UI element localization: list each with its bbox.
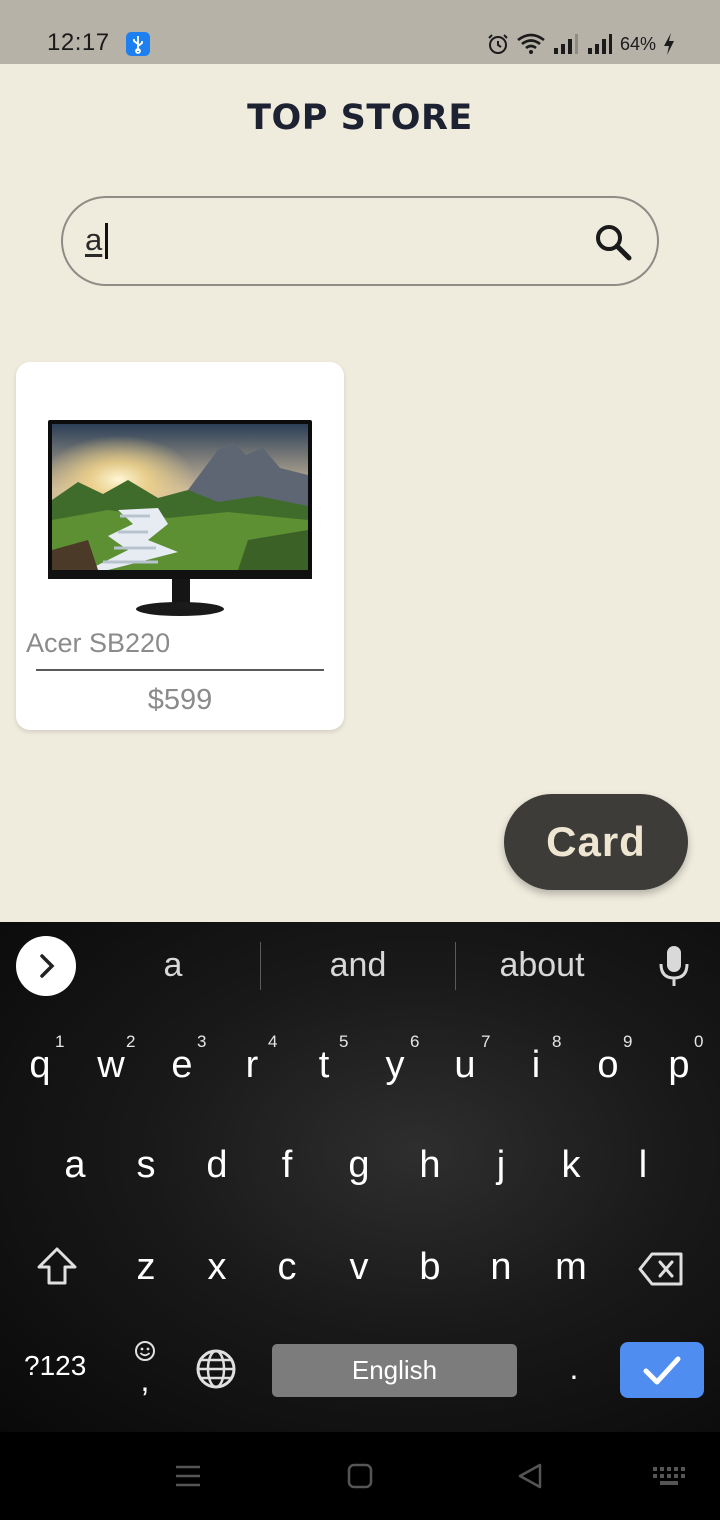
checkmark-icon bbox=[643, 1356, 681, 1385]
status-icons: 64% bbox=[486, 30, 676, 58]
page-title: TOP STORE bbox=[247, 98, 473, 138]
key-hint: 6 bbox=[410, 1032, 420, 1051]
shift-icon[interactable] bbox=[36, 1246, 78, 1286]
emoji-icon bbox=[135, 1341, 155, 1361]
key-s[interactable]: s bbox=[116, 1144, 176, 1187]
key-hint: 5 bbox=[339, 1032, 349, 1051]
product-card[interactable]: Acer SB220 $599 bbox=[16, 362, 344, 730]
card-button[interactable]: Card bbox=[504, 794, 688, 890]
key-l[interactable]: l bbox=[613, 1144, 673, 1187]
home-icon[interactable] bbox=[347, 1463, 373, 1489]
key-z[interactable]: z bbox=[116, 1246, 176, 1289]
key-k[interactable]: k bbox=[541, 1144, 601, 1187]
chevron-right-icon bbox=[40, 954, 55, 978]
suggestion-divider bbox=[260, 942, 261, 990]
charging-icon bbox=[664, 33, 674, 55]
usb-icon bbox=[126, 32, 150, 56]
key-j[interactable]: j bbox=[471, 1144, 531, 1187]
signal-icon bbox=[587, 34, 612, 54]
microphone-icon[interactable] bbox=[656, 944, 692, 988]
product-name: Acer SB220 bbox=[26, 628, 171, 658]
key-v[interactable]: v bbox=[329, 1246, 389, 1289]
status-time: 12:17 bbox=[47, 29, 110, 56]
key-hint: 9 bbox=[623, 1032, 633, 1051]
suggestion-bar: a and about bbox=[0, 922, 720, 1010]
status-bar: 12:17 64% bbox=[0, 0, 720, 64]
menu-icon[interactable] bbox=[174, 1464, 202, 1488]
key-a[interactable]: a bbox=[45, 1144, 105, 1187]
product-price: $599 bbox=[147, 684, 213, 716]
text-cursor bbox=[105, 223, 108, 259]
key-c[interactable]: c bbox=[257, 1246, 317, 1289]
comma-label: , bbox=[140, 1362, 150, 1398]
key-hint: 8 bbox=[552, 1032, 562, 1051]
search-input[interactable]: a bbox=[61, 196, 659, 286]
key-x[interactable]: x bbox=[187, 1246, 247, 1289]
search-icon[interactable] bbox=[593, 222, 633, 262]
key-hint: 3 bbox=[197, 1032, 207, 1051]
key-hint: 0 bbox=[694, 1032, 704, 1051]
wifi-icon bbox=[517, 33, 545, 54]
monitor-image bbox=[48, 420, 312, 616]
alarm-icon bbox=[488, 34, 508, 54]
signal-icon bbox=[553, 34, 578, 54]
key-hint: 4 bbox=[268, 1032, 278, 1051]
key-f[interactable]: f bbox=[257, 1144, 317, 1187]
key-h[interactable]: h bbox=[400, 1144, 460, 1187]
soft-keyboard: a and about q w e r t y u i o p 1 2 3 4 … bbox=[0, 922, 720, 1432]
suggestion-2[interactable]: and bbox=[288, 946, 428, 985]
emoji-comma-key[interactable]: , bbox=[130, 1340, 160, 1398]
key-hint: 1 bbox=[55, 1032, 65, 1051]
suggestion-3[interactable]: about bbox=[472, 946, 612, 985]
symbols-key[interactable]: ?123 bbox=[24, 1350, 86, 1382]
key-hint: 7 bbox=[481, 1032, 491, 1051]
key-n[interactable]: n bbox=[471, 1246, 531, 1289]
keyboard-icon[interactable] bbox=[652, 1466, 686, 1488]
enter-key[interactable] bbox=[620, 1342, 704, 1398]
expand-toolbar-button[interactable] bbox=[16, 936, 76, 996]
navigation-bar bbox=[0, 1432, 720, 1520]
backspace-icon[interactable] bbox=[638, 1252, 684, 1286]
key-m[interactable]: m bbox=[541, 1246, 601, 1289]
key-hint: 2 bbox=[126, 1032, 136, 1051]
search-value[interactable]: a bbox=[85, 222, 102, 258]
key-d[interactable]: d bbox=[187, 1144, 247, 1187]
period-key[interactable]: . bbox=[560, 1350, 588, 1387]
key-b[interactable]: b bbox=[400, 1246, 460, 1289]
globe-icon[interactable] bbox=[195, 1348, 237, 1390]
key-g[interactable]: g bbox=[329, 1144, 389, 1187]
suggestion-divider bbox=[455, 942, 456, 990]
back-icon[interactable] bbox=[516, 1462, 544, 1490]
battery-text: 64% bbox=[619, 33, 656, 54]
product-divider bbox=[36, 669, 324, 671]
suggestion-1[interactable]: a bbox=[113, 946, 233, 985]
space-key[interactable]: English bbox=[272, 1344, 517, 1397]
